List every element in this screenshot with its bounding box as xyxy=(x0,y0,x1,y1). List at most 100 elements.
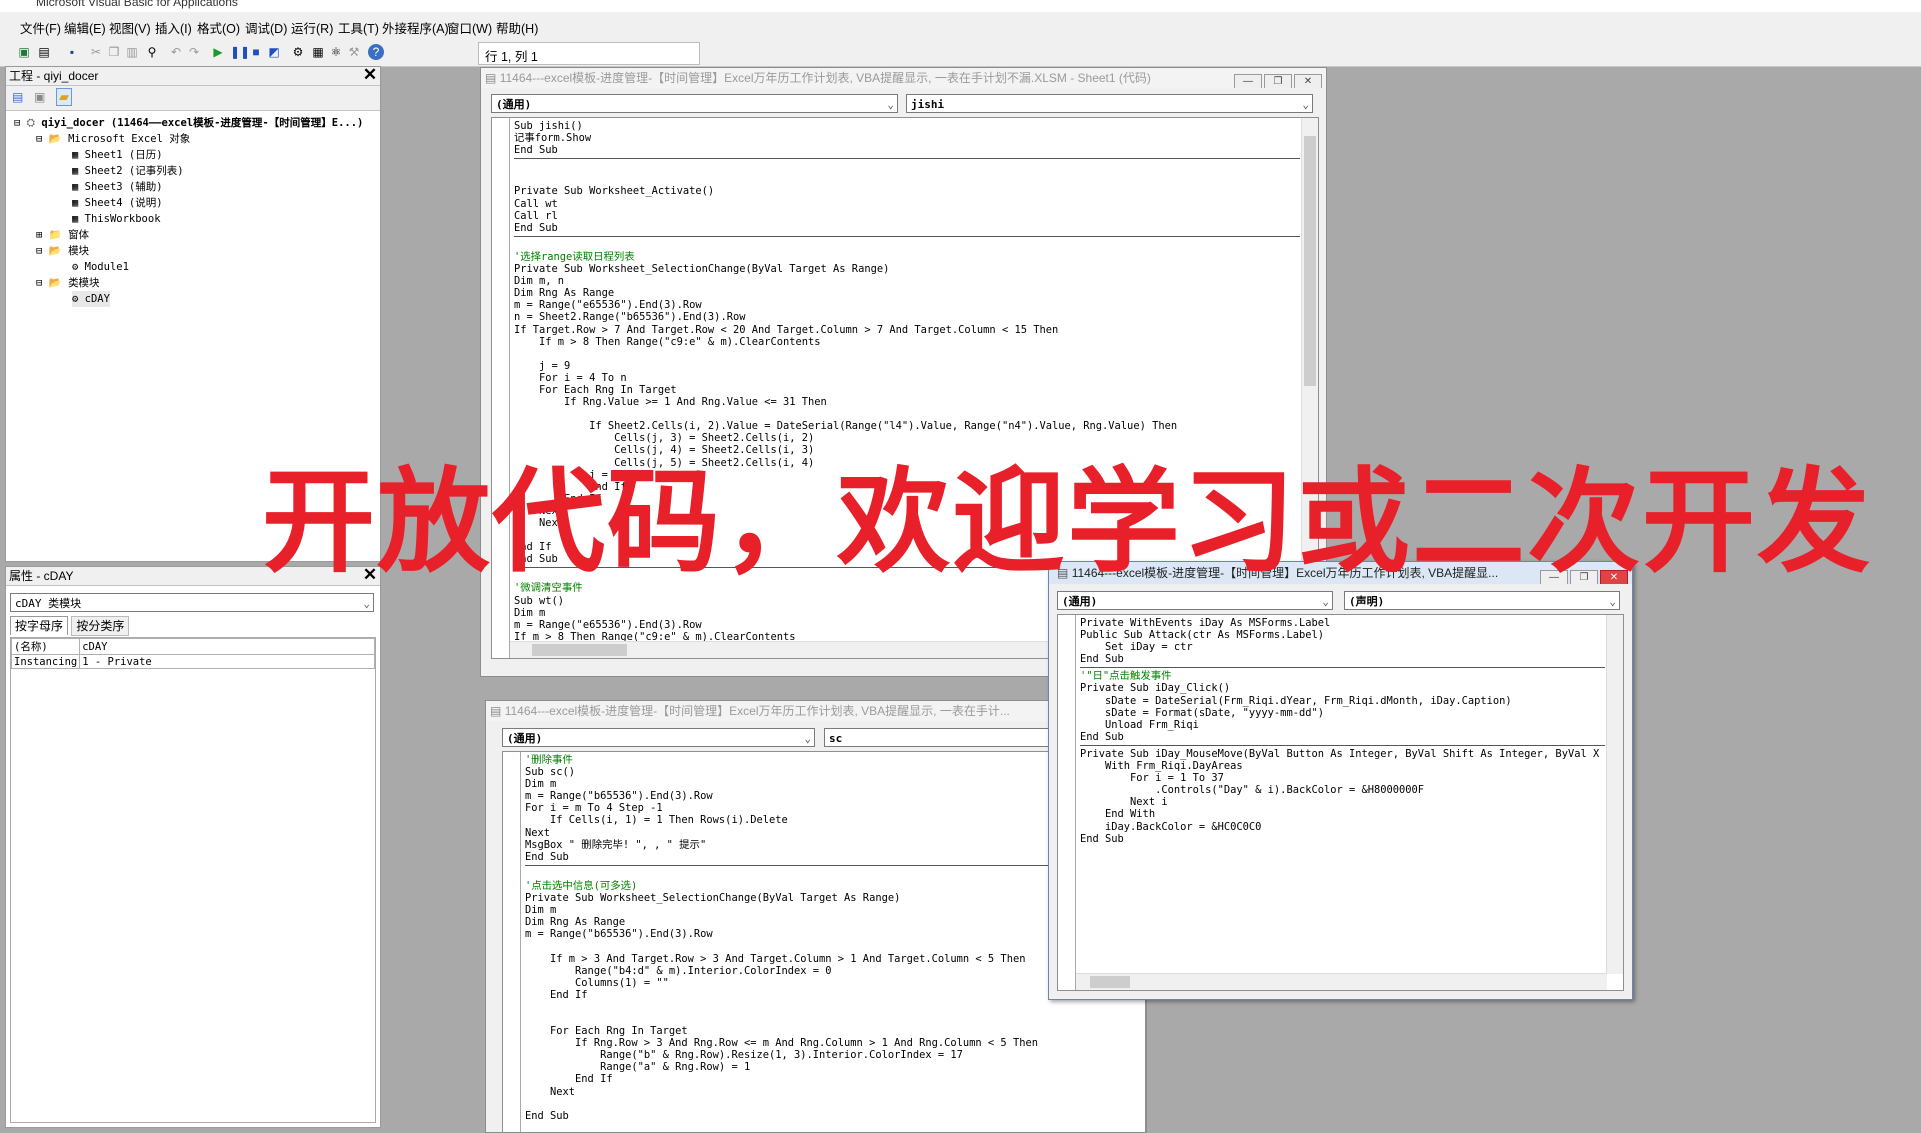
menu-debug[interactable]: 调试(D) xyxy=(245,18,287,37)
code-block[interactable]: Private WithEvents iDay As MSForms.Label… xyxy=(1080,617,1605,665)
menu-edit[interactable]: 编辑(E) xyxy=(64,18,106,37)
chevron-down-icon[interactable]: ⌄ xyxy=(363,594,370,613)
code-block[interactable]: Private Sub Worksheet_Activate() Call wt… xyxy=(514,161,1300,234)
view-object-icon[interactable]: ▣ xyxy=(34,90,45,104)
tree-node-sheet4[interactable]: ▦ Sheet4 (说明) xyxy=(72,195,163,211)
design-mode-icon[interactable]: ◩ xyxy=(266,44,282,60)
minimize-button[interactable]: — xyxy=(1234,74,1262,88)
horizontal-scrollbar[interactable] xyxy=(1076,973,1607,990)
procedure-separator xyxy=(514,158,1300,160)
project-explorer-icon[interactable]: ⚙ xyxy=(290,44,306,60)
app-title: Microsoft Visual Basic for Applications xyxy=(36,0,238,9)
properties-window-icon[interactable]: ▦ xyxy=(310,44,326,60)
menu-run[interactable]: 运行(R) xyxy=(291,18,333,37)
menu-bar: 文件(F) 编辑(E) 视图(V) 插入(I) 格式(O) 调试(D) 运行(R… xyxy=(0,12,1921,38)
property-row[interactable]: Instancing 1 - Private xyxy=(10,654,375,669)
code-block[interactable]: '"日"点击触发事件 Private Sub iDay_Click() sDat… xyxy=(1080,670,1605,743)
close-button[interactable]: ✕ xyxy=(1294,74,1322,88)
tab-categorized[interactable]: 按分类序 xyxy=(71,616,130,636)
cut-icon[interactable]: ✂ xyxy=(88,44,104,60)
menu-tools[interactable]: 工具(T) xyxy=(338,18,379,37)
tab-alphabetic[interactable]: 按字母序 xyxy=(10,616,69,635)
folder-icon: 📂 xyxy=(48,277,62,289)
vertical-scrollbar[interactable] xyxy=(1606,615,1623,974)
chevron-down-icon[interactable]: ⌄ xyxy=(1302,95,1309,114)
undo-icon[interactable]: ↶ xyxy=(168,44,184,60)
tree-node-module1[interactable]: ⚙ Module1 xyxy=(72,259,129,275)
property-value[interactable]: cDAY xyxy=(79,638,375,655)
folder-icon: 📂 xyxy=(48,133,62,145)
object-combo[interactable]: (通用) ⌄ xyxy=(502,728,815,747)
insert-userform-icon[interactable]: ▤ xyxy=(36,44,52,60)
toggle-folders-icon[interactable]: ▰ xyxy=(56,88,72,106)
chevron-down-icon[interactable]: ⌄ xyxy=(1322,592,1329,611)
redo-icon[interactable]: ↷ xyxy=(186,44,202,60)
save-icon[interactable]: ▪ xyxy=(64,44,80,60)
object-combo[interactable]: (通用) ⌄ xyxy=(491,94,898,113)
tree-node-sheet1[interactable]: ▦ Sheet1 (日历) xyxy=(72,147,163,163)
restore-button[interactable]: ❐ xyxy=(1264,74,1292,88)
code-window-cday[interactable]: ▤ 11464---excel模板-进度管理-【时间管理】Excel万年历工作计… xyxy=(1048,561,1633,1000)
code-text[interactable]: Private WithEvents iDay As MSForms.Label… xyxy=(1080,617,1605,845)
view-code-icon[interactable]: ▤ xyxy=(12,90,23,104)
sheet-icon: ▦ xyxy=(72,197,79,209)
code-window-sheet1-title-bar[interactable]: ▤ 11464---excel模板-进度管理-【时间管理】Excel万年历工作计… xyxy=(481,68,1326,88)
code-window-sheet2-title-bar[interactable]: ▤ 11464---excel模板-进度管理-【时间管理】Excel万年历工作计… xyxy=(486,701,1146,721)
menu-addins[interactable]: 外接程序(A) xyxy=(382,18,449,37)
properties-object-value: cDAY 类模块 xyxy=(15,597,82,610)
property-row[interactable]: (名称) cDAY xyxy=(10,638,375,655)
copy-icon[interactable]: ❐ xyxy=(106,44,122,60)
procedure-separator xyxy=(1080,744,1605,746)
code-block[interactable]: Private Sub iDay_MouseMove(ByVal Button … xyxy=(1080,748,1605,845)
project-icon: ⛭ xyxy=(26,117,36,129)
menu-format[interactable]: 格式(O) xyxy=(197,18,240,37)
object-browser-icon[interactable]: ⚛ xyxy=(328,44,344,60)
reset-icon[interactable]: ■ xyxy=(248,44,264,60)
class-module-icon: ⚙ xyxy=(72,293,79,305)
paste-icon[interactable]: ▥ xyxy=(124,44,140,60)
find-icon[interactable]: ⚲ xyxy=(144,44,160,60)
property-value[interactable]: 1 - Private xyxy=(79,654,375,669)
margin-indicator-bar[interactable] xyxy=(503,752,521,1132)
excel-icon[interactable]: ▣ xyxy=(16,44,32,60)
menu-file[interactable]: 文件(F) xyxy=(20,18,61,37)
chevron-down-icon[interactable]: ⌄ xyxy=(804,729,811,748)
tree-node-forms[interactable]: ⊞ 📁 窗体 xyxy=(36,227,89,243)
menu-help[interactable]: 帮助(H) xyxy=(496,18,538,37)
property-name: (名称) xyxy=(10,638,81,655)
scrollbar-track[interactable] xyxy=(1609,629,1621,949)
workbook-icon: ▦ xyxy=(72,213,79,225)
tree-node-modules[interactable]: ⊟ 📂 模块 xyxy=(36,243,89,259)
tree-node-project[interactable]: ⊟ ⛭ qiyi_docer (11464——excel模板-进度管理-【时间管… xyxy=(14,115,363,131)
chevron-down-icon[interactable]: ⌄ xyxy=(887,95,894,114)
toolbox-icon[interactable]: ⚒ xyxy=(346,44,362,60)
procedure-combo[interactable]: jishi ⌄ xyxy=(906,94,1313,113)
tree-node-cday[interactable]: ⚙ cDAY xyxy=(72,291,110,307)
tree-node-thisworkbook[interactable]: ▦ ThisWorkbook xyxy=(72,211,161,227)
help-icon[interactable]: ? xyxy=(368,44,384,60)
procedure-combo[interactable]: (声明) ⌄ xyxy=(1344,591,1620,610)
code-block[interactable]: Sub jishi() 记事form.Show End Sub xyxy=(514,120,1300,156)
project-explorer-title: 工程 - qiyi_docer xyxy=(9,69,99,83)
project-explorer-title-bar: 工程 - qiyi_docer ✕ xyxy=(6,66,380,86)
code-editor-cday[interactable]: Private WithEvents iDay As MSForms.Label… xyxy=(1057,614,1624,991)
properties-object-combo[interactable]: cDAY 类模块 ⌄ xyxy=(10,593,374,612)
object-combo[interactable]: (通用) ⌄ xyxy=(1057,591,1333,610)
tree-node-sheet2[interactable]: ▦ Sheet2 (记事列表) xyxy=(72,163,184,179)
menu-view[interactable]: 视图(V) xyxy=(109,18,151,37)
break-icon[interactable]: ❚❚ xyxy=(230,44,250,60)
scrollbar-thumb[interactable] xyxy=(532,644,627,656)
scrollbar-thumb[interactable] xyxy=(1304,136,1316,386)
tree-node-excel-objects[interactable]: ⊟ 📂 Microsoft Excel 对象 xyxy=(36,131,190,147)
code-window-sheet1-title: 11464---excel模板-进度管理-【时间管理】Excel万年历工作计划表… xyxy=(499,71,1151,85)
run-icon[interactable]: ▶ xyxy=(210,44,226,60)
project-explorer-close-button[interactable]: ✕ xyxy=(362,66,378,83)
tree-node-sheet3[interactable]: ▦ Sheet3 (辅助) xyxy=(72,179,163,195)
procedure-combo-value: (声明) xyxy=(1349,595,1385,608)
tree-node-class-modules[interactable]: ⊟ 📂 类模块 xyxy=(36,275,100,291)
scrollbar-thumb[interactable] xyxy=(1090,976,1130,988)
menu-insert[interactable]: 插入(I) xyxy=(155,18,192,37)
chevron-down-icon[interactable]: ⌄ xyxy=(1609,592,1616,611)
menu-window[interactable]: 窗口(W) xyxy=(447,18,492,37)
margin-indicator-bar[interactable] xyxy=(1058,615,1076,990)
